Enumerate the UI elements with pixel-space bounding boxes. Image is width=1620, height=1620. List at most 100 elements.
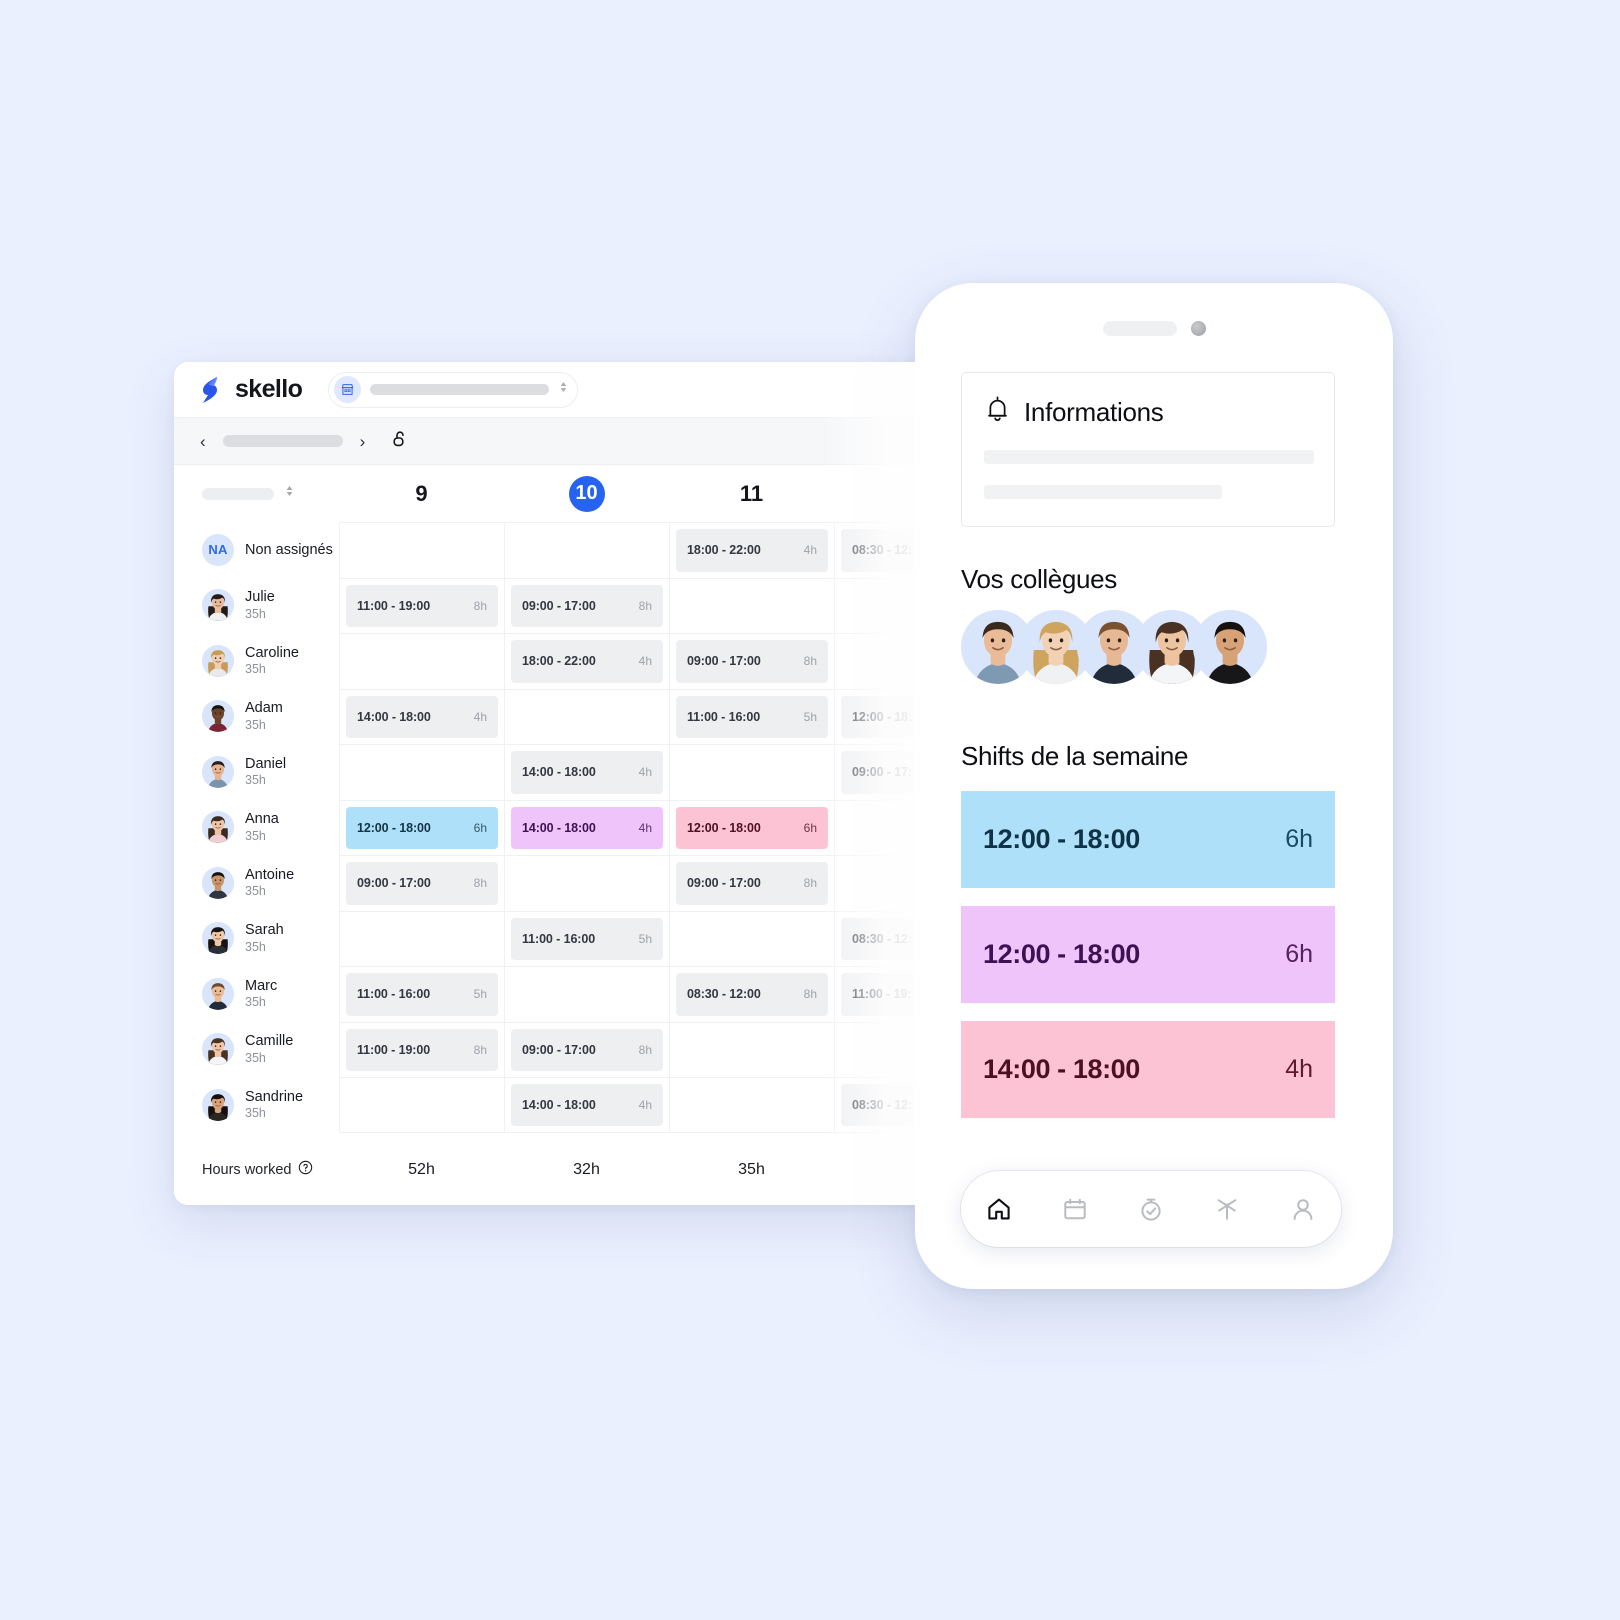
schedule-grid: NA Non assignés 18:00 - 22:00 4h 08:30 - 12:… — [174, 522, 934, 1133]
schedule-cell[interactable]: 11:00 - 19:00 8h — [339, 577, 504, 633]
shop-selector[interactable] — [328, 371, 579, 408]
shift-block[interactable]: 14:00 - 18:00 4h — [511, 1084, 663, 1126]
shift-card[interactable]: 14:00 - 18:00 4h — [961, 1021, 1335, 1118]
schedule-cell[interactable] — [339, 522, 504, 578]
bottom-tab-bar — [961, 1171, 1341, 1247]
schedule-cell[interactable]: 14:00 - 18:00 4h — [339, 688, 504, 744]
schedule-cell[interactable] — [339, 910, 504, 966]
employee-cell[interactable]: Adam 35h — [174, 689, 339, 745]
schedule-cell[interactable]: 12:00 - 18:00 6h — [339, 799, 504, 855]
employee-contract-hours: 35h — [245, 884, 266, 898]
employee-cell[interactable]: Antoine 35h — [174, 855, 339, 911]
prev-week-button[interactable]: ‹ — [200, 433, 206, 450]
employee-cell[interactable]: Sandrine 35h — [174, 1077, 339, 1133]
day-header-0[interactable]: 9 — [339, 481, 504, 507]
shift-block[interactable]: 11:00 - 19:00 8h — [346, 1028, 498, 1071]
schedule-cell[interactable] — [504, 855, 669, 911]
shift-time: 09:00 - 17:00 — [357, 876, 431, 891]
schedule-cell[interactable]: 11:00 - 16:00 5h — [339, 966, 504, 1022]
schedule-cell[interactable] — [339, 633, 504, 689]
employee-name: Sarah — [245, 922, 284, 939]
employee-name: Caroline — [245, 644, 299, 661]
schedule-cell[interactable] — [504, 688, 669, 744]
schedule-cell[interactable]: 09:00 - 17:00 8h — [339, 855, 504, 911]
schedule-cell[interactable] — [339, 1077, 504, 1133]
view-chevron-updown-icon — [284, 483, 295, 504]
schedule-cell[interactable]: 11:00 - 19:00 8h — [339, 1021, 504, 1077]
shift-block[interactable]: 11:00 - 16:00 5h — [676, 695, 828, 738]
schedule-cell[interactable]: 18:00 - 22:00 4h — [504, 633, 669, 689]
unlock-icon[interactable] — [391, 429, 409, 454]
help-circle-icon[interactable] — [298, 1160, 313, 1179]
shift-block[interactable]: 18:00 - 22:00 4h — [511, 640, 663, 683]
shift-card[interactable]: 12:00 - 18:00 6h — [961, 906, 1335, 1003]
shift-block[interactable]: 11:00 - 16:00 5h — [346, 973, 498, 1016]
tab-calendar[interactable] — [1052, 1186, 1098, 1232]
schedule-cell[interactable]: 08:30 - 12:00 8h — [669, 966, 834, 1022]
shift-block[interactable]: 09:00 - 17:00 8h — [676, 862, 828, 905]
tab-stopwatch[interactable] — [1128, 1186, 1174, 1232]
shift-block[interactable]: 14:00 - 18:00 4h — [346, 695, 498, 738]
shift-card[interactable]: 12:00 - 18:00 6h — [961, 791, 1335, 888]
schedule-cell[interactable]: 14:00 - 18:00 4h — [504, 799, 669, 855]
schedule-cell[interactable] — [669, 910, 834, 966]
schedule-cell[interactable] — [669, 577, 834, 633]
schedule-cell[interactable] — [669, 1077, 834, 1133]
colleague-avatar[interactable] — [1193, 610, 1267, 684]
schedule-cell[interactable] — [339, 744, 504, 800]
tab-profile[interactable] — [1280, 1186, 1326, 1232]
schedule-cell[interactable]: 14:00 - 18:00 4h — [504, 744, 669, 800]
schedule-cell[interactable] — [669, 1021, 834, 1077]
employee-contract-hours: 35h — [245, 828, 266, 843]
shift-block[interactable]: 18:00 - 22:00 4h — [676, 529, 828, 572]
schedule-cell[interactable]: 12:00 - 18:00 6h — [669, 799, 834, 855]
shift-block[interactable]: 12:00 - 18:00 6h — [346, 806, 498, 849]
shift-block[interactable]: 14:00 - 18:00 4h — [511, 806, 663, 849]
shift-time: 09:00 - 17:00 — [522, 1042, 596, 1057]
schedule-row: Sandrine 35h 14:00 - 18:00 4h 08:30 - 12: — [174, 1077, 934, 1133]
view-selector[interactable] — [174, 483, 339, 504]
employee-cell[interactable]: Anna 35h — [174, 800, 339, 856]
employee-cell[interactable]: Camille 35h — [174, 1022, 339, 1078]
week-navigation-bar: ‹ › — [174, 418, 934, 465]
day-header-2[interactable]: 11 — [669, 481, 834, 507]
employee-info: Anna 35h — [245, 810, 279, 844]
day-header-1-today[interactable]: 10 — [504, 475, 669, 512]
employee-cell[interactable]: Julie 35h — [174, 578, 339, 634]
phone-mockup: Informations Vos collègues Shifts de la … — [915, 283, 1393, 1289]
shift-card-duration: 4h — [1285, 1055, 1313, 1083]
schedule-cell[interactable] — [504, 522, 669, 578]
shift-duration: 4h — [638, 1097, 652, 1112]
schedule-cell[interactable] — [504, 966, 669, 1022]
schedule-cell[interactable] — [669, 744, 834, 800]
next-week-button[interactable]: › — [360, 433, 366, 450]
employee-cell[interactable]: Caroline 35h — [174, 633, 339, 689]
employee-cell[interactable]: NA Non assignés — [174, 522, 339, 578]
shift-card-duration: 6h — [1285, 940, 1313, 968]
tab-home[interactable] — [976, 1186, 1022, 1232]
schedule-cell[interactable]: 09:00 - 17:00 8h — [504, 577, 669, 633]
schedule-cell[interactable]: 18:00 - 22:00 4h — [669, 522, 834, 578]
employee-cell[interactable]: Daniel 35h — [174, 744, 339, 800]
shift-block[interactable]: 14:00 - 18:00 4h — [511, 751, 663, 794]
tab-palm-tree[interactable] — [1204, 1186, 1250, 1232]
shift-block[interactable]: 09:00 - 17:00 8h — [511, 584, 663, 627]
schedule-cell[interactable]: 11:00 - 16:00 5h — [669, 688, 834, 744]
employee-cell[interactable]: Sarah 35h — [174, 911, 339, 967]
schedule-cell[interactable]: 09:00 - 17:00 8h — [669, 855, 834, 911]
shift-time: 14:00 - 18:00 — [522, 765, 596, 780]
shift-block[interactable]: 09:00 - 17:00 8h — [346, 862, 498, 905]
employee-info: Camille 35h — [245, 1032, 293, 1066]
shift-block[interactable]: 08:30 - 12:00 8h — [676, 973, 828, 1016]
employee-cell[interactable]: Marc 35h — [174, 966, 339, 1022]
shift-block[interactable]: 09:00 - 17:00 8h — [511, 1028, 663, 1071]
schedule-cell[interactable]: 11:00 - 16:00 5h — [504, 910, 669, 966]
employee-info: Sarah 35h — [245, 921, 284, 955]
shift-block[interactable]: 12:00 - 18:00 6h — [676, 806, 828, 849]
shift-block[interactable]: 11:00 - 16:00 5h — [511, 917, 663, 960]
schedule-cell[interactable]: 14:00 - 18:00 4h — [504, 1077, 669, 1133]
schedule-cell[interactable]: 09:00 - 17:00 8h — [669, 633, 834, 689]
schedule-cell[interactable]: 09:00 - 17:00 8h — [504, 1021, 669, 1077]
shift-block[interactable]: 11:00 - 19:00 8h — [346, 584, 498, 627]
shift-block[interactable]: 09:00 - 17:00 8h — [676, 640, 828, 683]
